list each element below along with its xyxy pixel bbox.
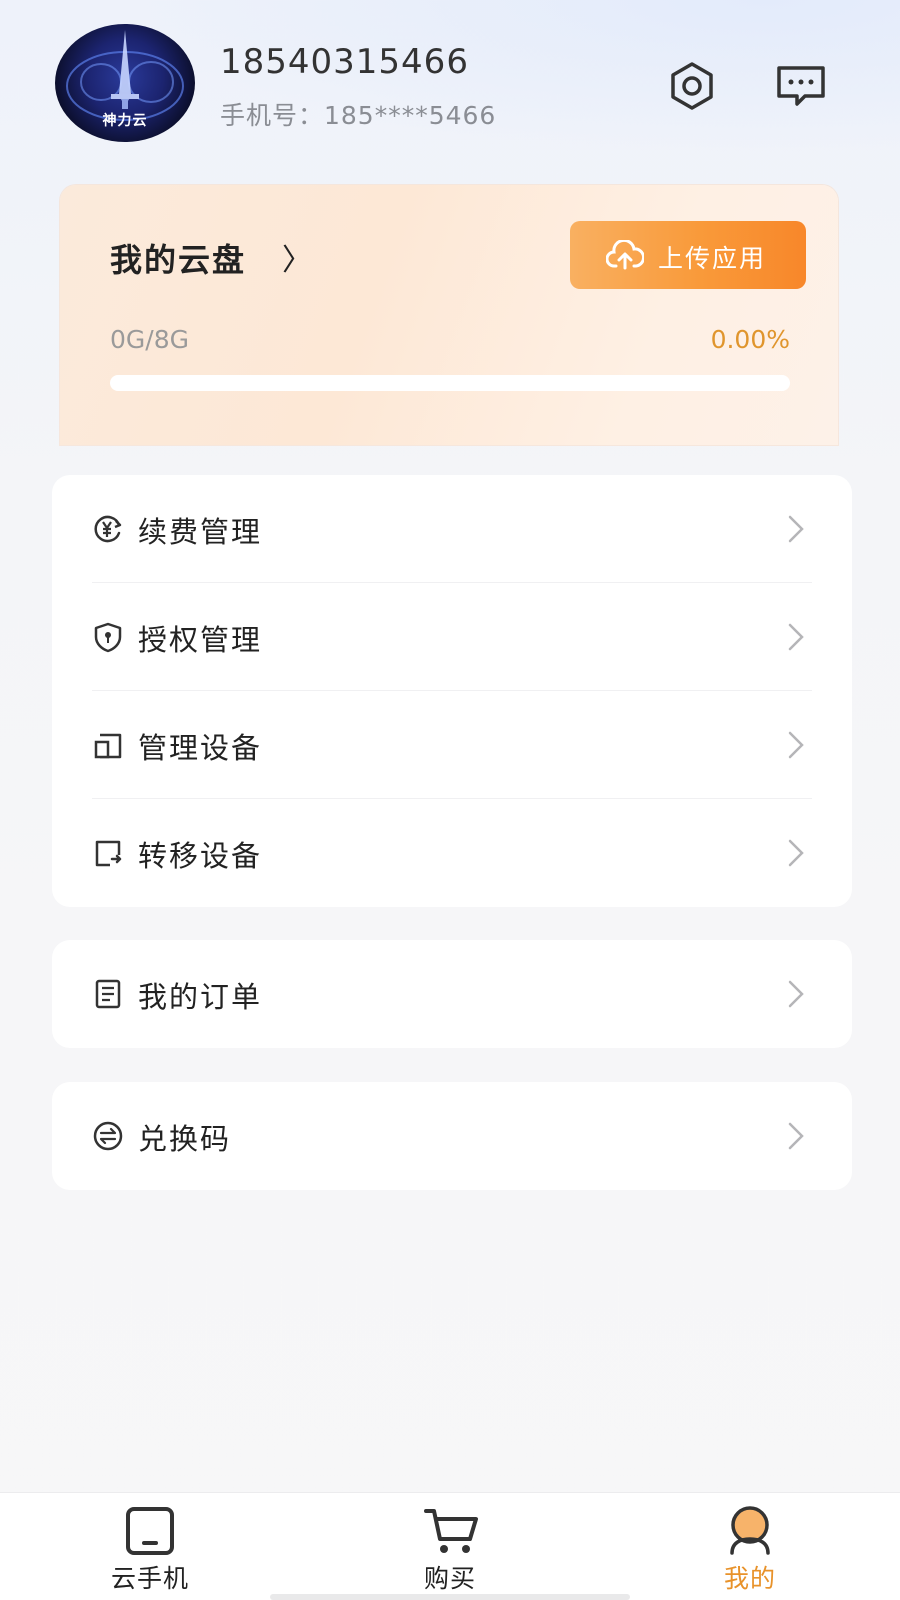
avatar-brand-text: 神力云 [102, 113, 148, 129]
home-indicator [270, 1594, 630, 1600]
menu-item-my-orders[interactable]: 我的订单 [52, 940, 852, 1048]
renew-yen-icon [94, 515, 122, 543]
menu-item-authorization[interactable]: 授权管理 [52, 583, 852, 691]
menu-item-renewal[interactable]: 续费管理 [52, 475, 852, 583]
tab-label: 购买 [423, 1564, 476, 1593]
menu-item-label: 管理设备 [138, 731, 263, 765]
tab-label: 云手机 [110, 1564, 189, 1593]
menu-item-transfer-device[interactable]: 转移设备 [52, 799, 852, 907]
shield-lock-icon [94, 622, 122, 653]
profile-header: 神力云 18540315466 手机号：185****5466 [0, 0, 900, 180]
tab-label: 我的 [723, 1564, 776, 1593]
order-list-icon [95, 979, 121, 1009]
menu-item-label: 转移设备 [138, 839, 263, 873]
storage-usage: 0G/8G [110, 325, 189, 354]
phone-number: 手机号：185****5466 [220, 101, 497, 130]
menu-group-redeem: 兑换码 [52, 1082, 852, 1190]
cart-icon [424, 1509, 478, 1553]
storage-progress-bar [110, 375, 790, 391]
storage-percent: 0.00% [710, 325, 790, 354]
chevron-right-icon [788, 839, 804, 867]
chevron-right-icon[interactable]: 〉 [282, 235, 312, 279]
exchange-icon [93, 1121, 123, 1151]
chevron-right-icon [788, 1122, 804, 1150]
bottom-nav: 云手机 购买 我的 [0, 1492, 900, 1600]
chevron-right-icon [788, 980, 804, 1008]
upload-app-button[interactable]: 上传应用 [570, 221, 806, 289]
menu-item-manage-devices[interactable]: 管理设备 [52, 691, 852, 799]
tab-mine[interactable]: 我的 [660, 1493, 840, 1600]
chevron-right-icon [788, 515, 804, 543]
menu-group-management: 续费管理 授权管理 管理设备 转移设备 [52, 475, 852, 907]
menu-item-redeem-code[interactable]: 兑换码 [52, 1082, 852, 1190]
cloud-phone-icon [126, 1507, 174, 1555]
menu-item-label: 续费管理 [138, 515, 263, 549]
devices-icon [94, 733, 122, 759]
upload-app-label: 上传应用 [658, 245, 767, 273]
profile-icon [730, 1506, 770, 1555]
chevron-right-icon [788, 731, 804, 759]
tab-buy[interactable]: 购买 [360, 1493, 540, 1600]
cloud-disk-title[interactable]: 我的云盘 [110, 235, 246, 281]
avatar[interactable]: 神力云 [55, 24, 195, 142]
menu-group-orders: 我的订单 [52, 940, 852, 1048]
transfer-device-icon [95, 840, 122, 867]
menu-item-label: 兑换码 [138, 1122, 232, 1156]
tab-cloud-phone[interactable]: 云手机 [60, 1493, 240, 1600]
username: 18540315466 [220, 42, 469, 82]
menu-item-label: 授权管理 [138, 623, 263, 657]
menu-item-label: 我的订单 [138, 980, 263, 1014]
cloud-upload-icon [606, 240, 644, 270]
cloud-disk-card: 我的云盘 〉 上传应用 0G/8G 0.00% [60, 185, 838, 445]
chevron-right-icon [788, 623, 804, 651]
message-icon[interactable] [773, 58, 829, 114]
settings-icon[interactable] [664, 58, 720, 114]
